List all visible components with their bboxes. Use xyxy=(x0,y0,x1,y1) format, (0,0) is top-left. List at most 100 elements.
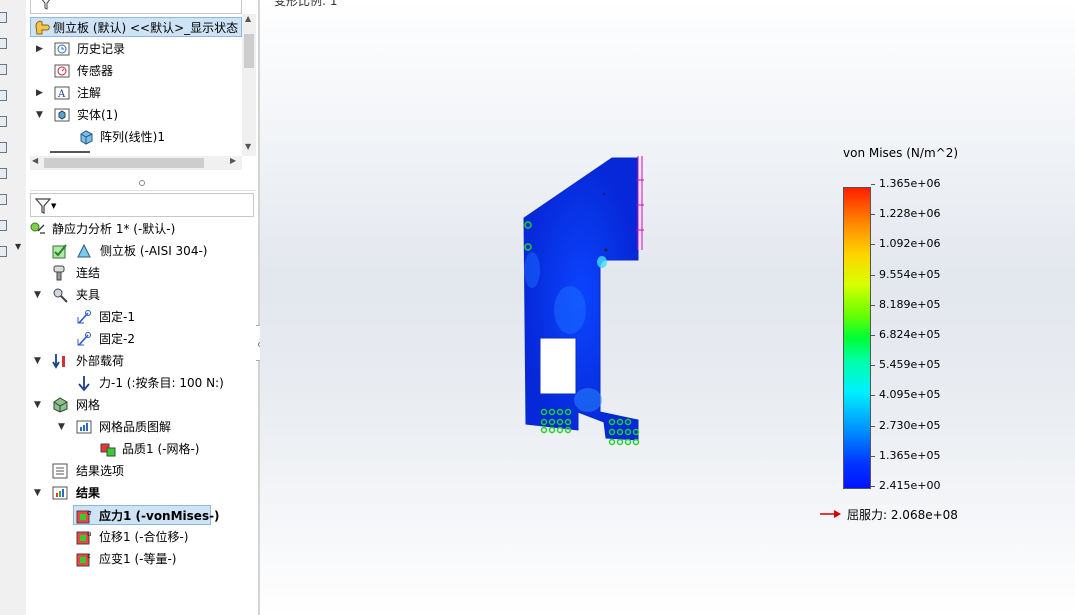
results-label: 结果 xyxy=(76,486,101,500)
tree-item-connections[interactable]: 连结 xyxy=(30,263,256,283)
tree-item-partial xyxy=(50,151,90,155)
expand-arrow-icon[interactable]: ▶ xyxy=(36,39,43,59)
static-study-icon xyxy=(30,222,45,234)
tree-item-study[interactable]: 静应力分析 1* (-默认-) xyxy=(30,219,256,239)
fixed-geometry-icon xyxy=(77,332,91,346)
collapse-arrow-icon[interactable]: ▼ xyxy=(34,395,41,415)
fixture-label: 固定-2 xyxy=(99,332,135,346)
left-icon-strip: ▼ xyxy=(0,0,26,615)
tree-item-strain-1[interactable]: ε 应变1 (-等量-) xyxy=(30,549,256,569)
tree-item-fixed-1[interactable]: 固定-1 xyxy=(30,307,256,327)
collapse-arrow-icon[interactable]: ▼ xyxy=(58,417,65,437)
displacement-plot-icon: u xyxy=(76,530,91,545)
legend-tick xyxy=(871,395,875,397)
strip-part-icon[interactable] xyxy=(0,90,7,101)
legend-value: 2.730e+05 xyxy=(879,418,941,432)
panel-split-handle[interactable] xyxy=(139,180,145,186)
stress-plot-icon: σ xyxy=(76,509,92,524)
connections-icon xyxy=(53,265,65,281)
legend-value: 9.554e+05 xyxy=(879,267,941,281)
part-label: 侧立板 (-AISI 304-) xyxy=(100,244,208,258)
quality-plot-icon xyxy=(100,443,116,457)
strip-part-icon[interactable] xyxy=(0,64,7,75)
tree-item-mesh[interactable]: ▼ 网格 xyxy=(30,395,256,415)
legend-value: 1.365e+05 xyxy=(879,448,941,462)
force-label: 力-1 (:按条目: 100 N:) xyxy=(99,376,224,390)
legend-tick xyxy=(871,455,875,457)
legend-value: 8.189e+05 xyxy=(879,297,941,311)
legend-value: 5.459e+05 xyxy=(879,358,941,372)
graphics-viewport[interactable]: 变形比例: 1 von Mises (N/m^2) 屈服力: 2.068e+08… xyxy=(260,0,1075,615)
linear-pattern-icon xyxy=(80,130,93,145)
strip-part-icon[interactable] xyxy=(0,220,7,231)
study-label: 静应力分析 1* (-默认-) xyxy=(52,222,176,236)
tree-item-displacement-1[interactable]: u 位移1 (-合位移-) xyxy=(30,527,256,547)
strip-part-icon[interactable] xyxy=(0,142,7,153)
scrollbar-thumb[interactable] xyxy=(44,158,204,168)
result-options-label: 结果选项 xyxy=(76,464,125,478)
tree-item-part[interactable]: 侧立板 (-AISI 304-) xyxy=(30,241,256,261)
legend-tick xyxy=(871,365,875,367)
tree-item-fixed-2[interactable]: 固定-2 xyxy=(30,329,256,349)
strip-part-icon[interactable] xyxy=(0,246,7,257)
stress-label: 应力1 (-vonMises-) xyxy=(99,509,220,523)
tree-horizontal-scrollbar[interactable]: ◀ ▶ xyxy=(30,156,242,170)
strip-part-icon[interactable] xyxy=(0,116,7,127)
collapse-arrow-icon[interactable]: ▼ xyxy=(34,483,41,503)
scrollbar-thumb[interactable] xyxy=(244,34,254,68)
collapse-arrow-icon[interactable]: ▼ xyxy=(34,351,41,371)
collapse-arrow-icon[interactable]: ▼ xyxy=(34,285,41,305)
fixtures-icon xyxy=(53,288,68,303)
connections-label: 连结 xyxy=(76,266,101,280)
legend-title: von Mises (N/m^2) xyxy=(843,146,959,160)
strip-part-icon[interactable] xyxy=(0,38,7,49)
tree-item-sensors[interactable]: 传感器 xyxy=(30,61,242,81)
tree-item-annotations[interactable]: ▶ A 注解 xyxy=(30,83,242,103)
svg-text:u: u xyxy=(87,530,91,538)
chevron-down-icon[interactable]: ▼ xyxy=(51,202,56,210)
study-filter-field[interactable]: ▼ xyxy=(30,193,254,217)
tree-item-result-options[interactable]: 结果选项 xyxy=(30,461,256,481)
expand-arrow-icon[interactable]: ▶ xyxy=(36,83,43,103)
tree-item-history[interactable]: ▶ 历史记录 xyxy=(30,39,242,59)
tree-item-fixtures[interactable]: ▼ 夹具 xyxy=(30,285,256,305)
divider xyxy=(30,190,256,191)
scroll-right-icon[interactable]: ▶ xyxy=(230,156,236,165)
filter-icon[interactable] xyxy=(39,0,53,10)
tree-item-linear-pattern[interactable]: 阵列(线性)1 xyxy=(30,127,242,147)
collapse-arrow-icon[interactable]: ▼ xyxy=(36,105,43,125)
legend-tick xyxy=(871,274,875,276)
tree-item-label: 实体(1) xyxy=(77,108,118,122)
tree-item-quality-1[interactable]: 品质1 (-网格-) xyxy=(30,439,256,459)
part-body-icon xyxy=(77,243,91,258)
solid-bodies-icon xyxy=(54,108,70,122)
tree-vertical-scrollbar[interactable]: ▲ ▼ xyxy=(242,14,256,156)
sensor-icon xyxy=(54,64,70,78)
legend-tick xyxy=(871,425,875,427)
tree-item-external-loads[interactable]: ▼ 外部载荷 xyxy=(30,351,256,371)
tree-item-mesh-quality-plot[interactable]: ▼ 网格品质图解 xyxy=(30,417,256,437)
tree-item-results[interactable]: ▼ 结果 xyxy=(30,483,256,503)
tree-item-force-1[interactable]: 力-1 (:按条目: 100 N:) xyxy=(30,373,256,393)
strip-part-icon[interactable] xyxy=(0,12,7,23)
svg-text:σ: σ xyxy=(87,509,92,517)
scroll-up-icon[interactable]: ▲ xyxy=(245,14,251,23)
strip-part-icon[interactable] xyxy=(0,194,7,205)
color-scale-bar[interactable] xyxy=(843,187,871,489)
tree-item-solid-bodies[interactable]: ▼ 实体(1) xyxy=(30,105,242,125)
scroll-left-icon[interactable]: ◀ xyxy=(32,156,38,165)
strip-part-icon[interactable] xyxy=(0,168,7,179)
tree-item-stress-1[interactable]: σ 应力1 (-vonMises-) xyxy=(73,505,220,525)
scroll-down-icon[interactable]: ▼ xyxy=(245,142,251,151)
legend-tick xyxy=(871,184,875,185)
force-arrow-icon xyxy=(78,376,90,391)
external-loads-icon xyxy=(52,354,65,369)
legend-tick xyxy=(871,214,875,216)
strip-dropdown-icon[interactable]: ▼ xyxy=(15,242,21,251)
stress-plot-model[interactable] xyxy=(520,150,650,460)
deformation-scale-label: 变形比例: 1 xyxy=(274,0,338,8)
results-folder-icon xyxy=(52,486,68,500)
top-filter-field[interactable] xyxy=(30,0,242,14)
tree-root-selected[interactable]: 侧立板 (默认) <<默认>_显示状态 1 xyxy=(30,17,250,37)
displacement-label: 位移1 (-合位移-) xyxy=(99,530,189,544)
